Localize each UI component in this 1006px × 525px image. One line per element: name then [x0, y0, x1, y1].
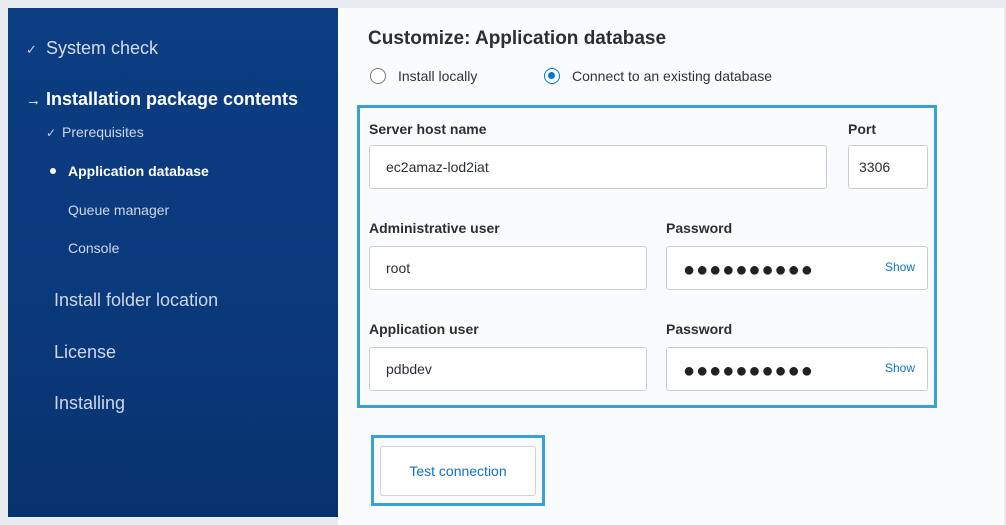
- sidebar-item-installation-package-contents[interactable]: → Installation package contents: [26, 89, 298, 110]
- admin-password-input[interactable]: ●●●●●●●●●● Show: [666, 246, 928, 290]
- sidebar-item-installing[interactable]: Installing: [54, 393, 125, 414]
- port-value: 3306: [859, 159, 891, 175]
- sidebar-nav: ✓ System check → Installation package cont…: [0, 0, 338, 525]
- sidebar-item-label: Prerequisites: [62, 124, 144, 140]
- page-title: Customize: Application database: [368, 28, 667, 49]
- arrow-right-icon: →: [26, 92, 41, 109]
- server-host-label: Server host name: [369, 121, 487, 137]
- app-password-mask: ●●●●●●●●●●: [683, 360, 814, 382]
- show-app-password-toggle[interactable]: Show: [885, 361, 915, 375]
- sidebar-item-label: System check: [46, 38, 159, 58]
- main-panel: Customize: Application database Install …: [338, 0, 1006, 525]
- app-user-input[interactable]: pdbdev: [369, 347, 647, 391]
- admin-user-input[interactable]: root: [369, 246, 647, 290]
- show-admin-password-toggle[interactable]: Show: [885, 260, 915, 274]
- app-password-label: Password: [666, 321, 733, 337]
- admin-password-label: Password: [666, 220, 733, 236]
- check-icon: ✓: [26, 42, 37, 57]
- sidebar-item-queue-manager[interactable]: Queue manager: [68, 202, 169, 218]
- test-connection-button[interactable]: Test connection: [380, 446, 536, 496]
- server-host-input[interactable]: ec2amaz-lod2iat: [369, 145, 827, 189]
- sidebar-item-label: Installing: [54, 393, 126, 413]
- server-host-value: ec2amaz-lod2iat: [386, 159, 489, 175]
- bullet-icon: [50, 168, 56, 175]
- app-user-label: Application user: [369, 321, 479, 337]
- check-icon: ✓: [46, 126, 57, 140]
- app-password-input[interactable]: ●●●●●●●●●● Show: [666, 347, 928, 391]
- sidebar-item-label: Console: [68, 240, 120, 256]
- app-user-value: pdbdev: [386, 361, 432, 377]
- installer-window: ✓ System check → Installation package cont…: [0, 0, 1006, 525]
- radio-label: Install locally: [398, 68, 478, 84]
- radio-connect-existing[interactable]: Connect to an existing database: [544, 68, 772, 84]
- sidebar-item-label: Queue manager: [68, 202, 170, 218]
- sidebar-item-prerequisites[interactable]: ✓ Prerequisites: [46, 124, 144, 140]
- radio-label: Connect to an existing database: [572, 68, 773, 84]
- sidebar-item-application-database[interactable]: Application database: [50, 163, 209, 179]
- admin-user-label: Administrative user: [369, 220, 500, 236]
- port-input[interactable]: 3306: [848, 145, 928, 189]
- sidebar-item-label: Install folder location: [54, 290, 219, 310]
- sidebar-item-label: License: [54, 342, 117, 362]
- sidebar-item-install-folder-location[interactable]: Install folder location: [54, 290, 218, 311]
- sidebar-item-console[interactable]: Console: [68, 240, 119, 256]
- port-label: Port: [848, 121, 876, 137]
- sidebar-item-label: Installation package contents: [46, 89, 299, 109]
- admin-user-value: root: [386, 260, 411, 276]
- radio-unselected-icon[interactable]: [370, 68, 386, 84]
- sidebar-item-license[interactable]: License: [54, 342, 116, 363]
- sidebar-item-label: Application database: [68, 163, 209, 179]
- radio-install-locally[interactable]: Install locally: [370, 68, 477, 84]
- radio-selected-icon[interactable]: [544, 68, 560, 84]
- admin-password-mask: ●●●●●●●●●●: [683, 259, 814, 281]
- sidebar-item-system-check[interactable]: ✓ System check: [26, 38, 158, 59]
